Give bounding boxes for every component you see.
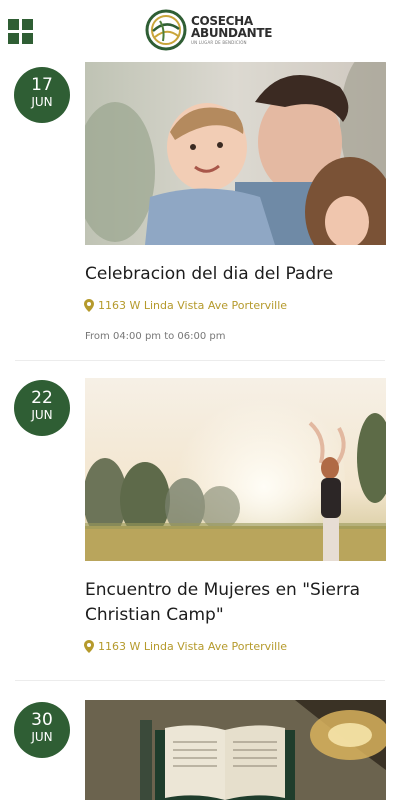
event-location-text: 1163 W Linda Vista Ave Porterville <box>98 640 288 653</box>
father-with-children-photo[interactable] <box>85 62 386 245</box>
date-month: JUN <box>31 408 53 422</box>
date-badge: 17 JUN <box>14 67 70 123</box>
event-title[interactable]: Celebracion del dia del Padre <box>85 262 385 287</box>
date-month: JUN <box>31 95 53 109</box>
event-location-text: 1163 W Linda Vista Ave Porterville <box>98 299 288 312</box>
date-month: JUN <box>31 730 53 744</box>
logo-globe-icon <box>145 9 187 51</box>
date-badge: 22 JUN <box>14 380 70 436</box>
date-day: 30 <box>31 710 53 730</box>
event-location[interactable]: 1163 W Linda Vista Ave Porterville <box>84 640 287 653</box>
event-divider <box>15 360 385 361</box>
event-location[interactable]: 1163 W Linda Vista Ave Porterville <box>84 299 287 312</box>
woman-in-field-photo[interactable] <box>85 378 386 561</box>
logo-tagline: UN LUGAR DE BENDICIÓN <box>191 40 247 45</box>
map-pin-icon <box>84 299 94 312</box>
event-time: From 04:00 pm to 06:00 pm <box>85 331 226 342</box>
date-day: 17 <box>31 75 53 95</box>
logo-name-line2: ABUNDANTE <box>191 26 273 40</box>
grid-menu-icon[interactable] <box>8 19 34 45</box>
app-header: COSECHA ABUNDANTE UN LUGAR DE BENDICIÓN <box>0 0 400 58</box>
cosecha-abundante-logo[interactable]: COSECHA ABUNDANTE UN LUGAR DE BENDICIÓN <box>145 8 273 52</box>
open-bible-photo[interactable] <box>85 700 386 800</box>
event-title[interactable]: Encuentro de Mujeres en "Sierra Christia… <box>85 578 385 628</box>
date-day: 22 <box>31 388 53 408</box>
date-badge: 30 JUN <box>14 702 70 758</box>
map-pin-icon <box>84 640 94 653</box>
event-divider <box>15 680 385 681</box>
